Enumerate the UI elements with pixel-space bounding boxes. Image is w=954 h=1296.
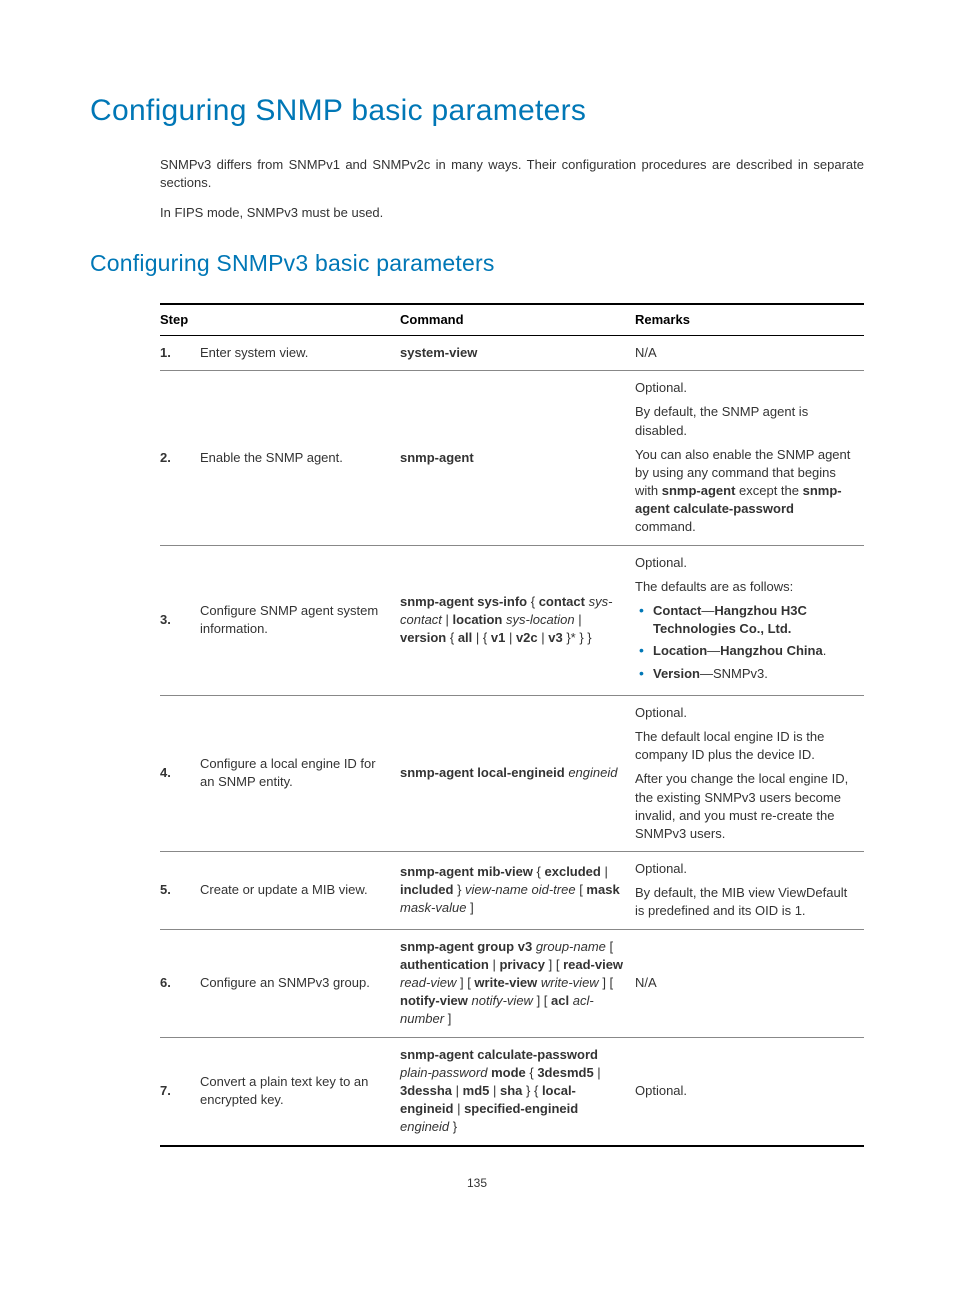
row-remarks: Optional.By default, the MIB view ViewDe… bbox=[635, 852, 864, 930]
row-step: Convert a plain text key to an encrypted… bbox=[200, 1037, 400, 1145]
row-command: snmp-agent group v3 group-name [ authent… bbox=[400, 929, 635, 1037]
row-number: 4. bbox=[160, 695, 200, 851]
row-step: Configure SNMP agent system information. bbox=[200, 545, 400, 695]
row-command: snmp-agent sys-info { contact sys-contac… bbox=[400, 545, 635, 695]
table-row: 6.Configure an SNMPv3 group.snmp-agent g… bbox=[160, 929, 864, 1037]
table-row: 4.Configure a local engine ID for an SNM… bbox=[160, 695, 864, 851]
row-remarks: Optional.The default local engine ID is … bbox=[635, 695, 864, 851]
th-command: Command bbox=[400, 304, 635, 336]
th-remarks: Remarks bbox=[635, 304, 864, 336]
row-step: Configure a local engine ID for an SNMP … bbox=[200, 695, 400, 851]
row-command: snmp-agent mib-view { excluded | include… bbox=[400, 852, 635, 930]
row-step: Configure an SNMPv3 group. bbox=[200, 929, 400, 1037]
row-remarks: Optional. bbox=[635, 1037, 864, 1145]
th-step: Step bbox=[160, 304, 400, 336]
row-remarks: N/A bbox=[635, 335, 864, 370]
page-number: 135 bbox=[90, 1175, 864, 1192]
row-number: 5. bbox=[160, 852, 200, 930]
row-number: 7. bbox=[160, 1037, 200, 1145]
row-number: 2. bbox=[160, 371, 200, 546]
row-remarks: Optional.The defaults are as follows:Con… bbox=[635, 545, 864, 695]
intro-paragraph-2: In FIPS mode, SNMPv3 must be used. bbox=[160, 204, 864, 222]
row-command: snmp-agent bbox=[400, 371, 635, 546]
config-table: Step Command Remarks 1.Enter system view… bbox=[160, 303, 864, 1147]
table-row: 2.Enable the SNMP agent.snmp-agentOption… bbox=[160, 371, 864, 546]
table-row: 5.Create or update a MIB view.snmp-agent… bbox=[160, 852, 864, 930]
row-step: Enter system view. bbox=[200, 335, 400, 370]
row-command: snmp-agent local-engineid engineid bbox=[400, 695, 635, 851]
row-number: 6. bbox=[160, 929, 200, 1037]
row-command: system-view bbox=[400, 335, 635, 370]
page-title: Configuring SNMP basic parameters bbox=[90, 90, 864, 132]
row-step: Create or update a MIB view. bbox=[200, 852, 400, 930]
row-command: snmp-agent calculate-password plain-pass… bbox=[400, 1037, 635, 1145]
row-number: 1. bbox=[160, 335, 200, 370]
table-row: 3.Configure SNMP agent system informatio… bbox=[160, 545, 864, 695]
row-number: 3. bbox=[160, 545, 200, 695]
row-step: Enable the SNMP agent. bbox=[200, 371, 400, 546]
row-remarks: Optional.By default, the SNMP agent is d… bbox=[635, 371, 864, 546]
table-row: 1.Enter system view.system-viewN/A bbox=[160, 335, 864, 370]
section-title: Configuring SNMPv3 basic parameters bbox=[90, 247, 864, 279]
intro-paragraph-1: SNMPv3 differs from SNMPv1 and SNMPv2c i… bbox=[160, 156, 864, 192]
row-remarks: N/A bbox=[635, 929, 864, 1037]
table-row: 7.Convert a plain text key to an encrypt… bbox=[160, 1037, 864, 1145]
